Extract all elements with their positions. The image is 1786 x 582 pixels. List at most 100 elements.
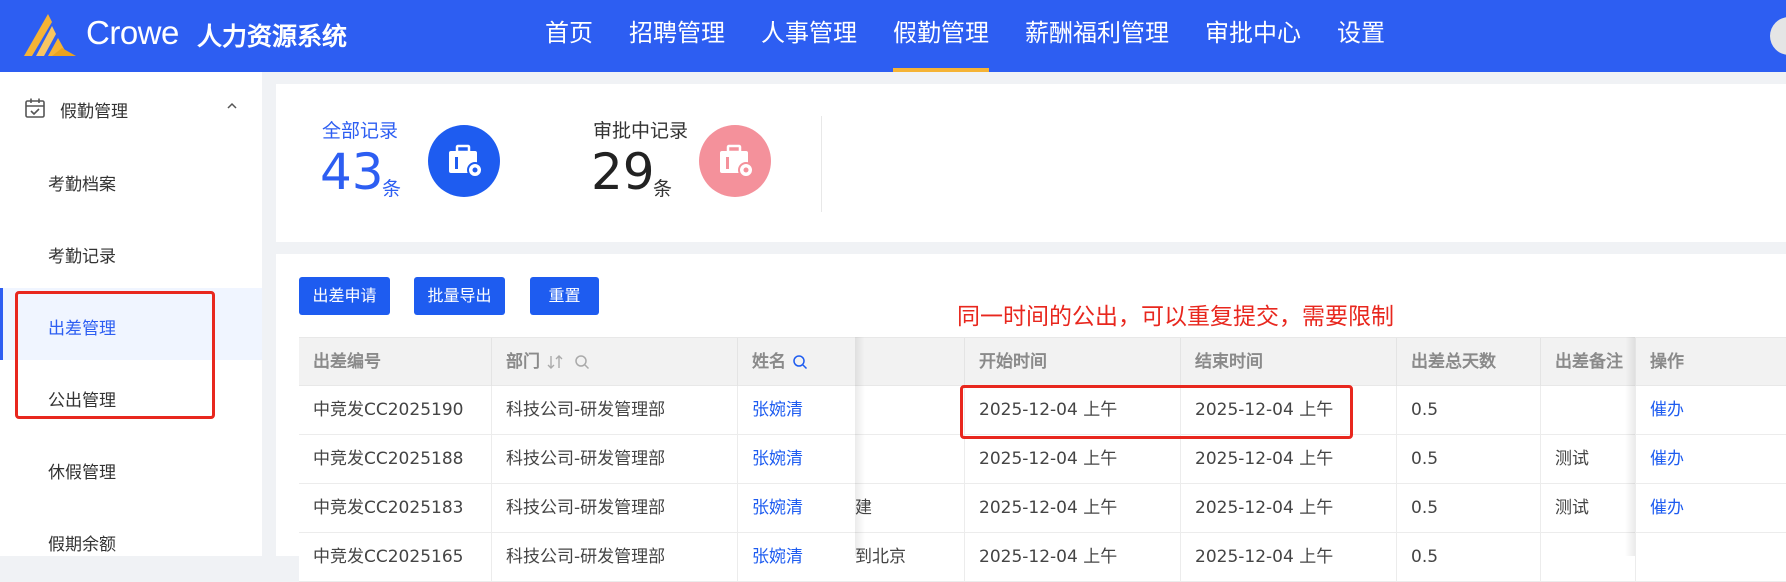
cell-start-time: 2025-12-04 上午 (964, 533, 1180, 582)
table-row[interactable]: 中竞发CC2025188 科技公司-研发管理部 张婉清 2025-12-04 上… (299, 435, 1786, 484)
crowe-logo-icon (24, 14, 76, 56)
sidebar-item-label: 考勤记录 (48, 247, 116, 267)
cell-partial: 建 (855, 484, 964, 533)
highlight-box (960, 385, 1353, 439)
col-action: 操作 (1635, 338, 1786, 387)
col-label: 出差总天数 (1411, 352, 1496, 372)
cell-name-link[interactable]: 张婉清 (737, 435, 855, 484)
cell-partial (855, 435, 964, 484)
nav-settings[interactable]: 设置 (1337, 0, 1385, 72)
cell-end-time: 2025-12-04 上午 (1180, 484, 1396, 533)
col-label: 姓名 (752, 352, 786, 372)
stat-all-value: 43 (320, 143, 384, 201)
batch-export-button[interactable]: 批量导出 (414, 277, 505, 315)
cell-start-time: 2025-12-04 上午 (964, 484, 1180, 533)
cell-dept: 科技公司-研发管理部 (491, 435, 737, 484)
fixed-column-shadow (855, 337, 865, 556)
cell-dept: 科技公司-研发管理部 (491, 386, 737, 435)
sidebar: 假勤管理 考勤档案 考勤记录 出差管理 公出管理 休假管理 假期余额 (0, 72, 262, 556)
sidebar-item-leave[interactable]: 休假管理 (0, 432, 262, 504)
cell-trip-id: 中竞发CC2025188 (313, 449, 464, 469)
top-navbar: Crowe 人力资源系统 首页 招聘管理 人事管理 假勤管理 薪酬福利管理 审批… (0, 0, 1786, 72)
col-name: 姓名 (737, 338, 855, 387)
stat-pending-unit: 条 (653, 178, 673, 200)
col-end-time: 结束时间 (1180, 338, 1396, 387)
nav-attendance[interactable]: 假勤管理 (893, 0, 989, 72)
sidebar-item-label: 考勤档案 (48, 175, 116, 195)
cell-remark (1540, 386, 1635, 435)
cell-name-link[interactable]: 张婉清 (737, 386, 855, 435)
brand-name: Crowe (86, 14, 179, 51)
cell-total-days: 0.5 (1396, 435, 1540, 484)
nav-payroll[interactable]: 薪酬福利管理 (1025, 0, 1169, 72)
cell-name-link[interactable]: 张婉清 (737, 533, 855, 582)
annotation-note: 同一时间的公出，可以重复提交，需要限制 (957, 304, 1394, 330)
col-total-days: 出差总天数 (1396, 338, 1540, 387)
reset-button[interactable]: 重置 (530, 277, 599, 315)
avatar[interactable] (1770, 17, 1786, 55)
system-name: 人力资源系统 (197, 22, 348, 51)
main-panel: 出差申请 批量导出 重置 同一时间的公出，可以重复提交，需要限制 出差编号 部门… (276, 254, 1786, 582)
urge-link[interactable]: 催办 (1635, 435, 1786, 484)
cell-dept: 科技公司-研发管理部 (491, 484, 737, 533)
cell-partial (855, 386, 964, 435)
nav-personnel[interactable]: 人事管理 (761, 0, 857, 72)
col-label: 部门 (506, 352, 540, 372)
sidebar-item-leave-balance[interactable]: 假期余额 (0, 504, 262, 576)
nav-approval[interactable]: 审批中心 (1205, 0, 1301, 72)
col-trip-id: 出差编号 (299, 338, 491, 387)
highlight-box (15, 291, 215, 419)
col-remark: 出差备注 (1540, 338, 1635, 387)
sidebar-item-label: 假期余额 (48, 535, 116, 555)
sidebar-item-attendance-records[interactable]: 考勤记录 (0, 216, 262, 288)
stat-pending-value: 29 (591, 143, 655, 201)
cell-end-time: 2025-12-04 上午 (1180, 435, 1396, 484)
sort-icon[interactable] (546, 354, 568, 370)
sidebar-item-label: 休假管理 (48, 463, 116, 483)
col-hidden (855, 338, 964, 387)
cell-trip-id: 中竞发CC2025165 (313, 547, 464, 567)
search-icon[interactable] (574, 354, 590, 370)
col-label: 出差编号 (313, 352, 381, 372)
col-start-time: 开始时间 (964, 338, 1180, 387)
table-row[interactable]: 中竞发CC2025183 科技公司-研发管理部 张婉清 建 2025-12-04… (299, 484, 1786, 533)
calendar-icon (25, 98, 45, 118)
trip-table: 出差编号 部门 姓名 开始时间 结束时间 出差总天数 出差备注 操作 中竞发CC… (299, 337, 1786, 582)
main-nav: 首页 招聘管理 人事管理 假勤管理 薪酬福利管理 审批中心 设置 (545, 0, 1421, 72)
apply-trip-button[interactable]: 出差申请 (299, 277, 390, 315)
cell-total-days: 0.5 (1396, 386, 1540, 435)
stat-all-title[interactable]: 全部记录 (322, 116, 398, 143)
sidebar-item-attendance-files[interactable]: 考勤档案 (0, 144, 262, 216)
sidebar-group-attendance[interactable]: 假勤管理 (0, 72, 262, 144)
search-icon[interactable] (792, 354, 808, 370)
urge-link[interactable] (1635, 533, 1786, 582)
cell-start-time: 2025-12-04 上午 (964, 435, 1180, 484)
table-header: 出差编号 部门 姓名 开始时间 结束时间 出差总天数 出差备注 操作 (299, 337, 1786, 387)
stats-card: 全部记录 43 条 审批中记录 29 条 (276, 84, 1786, 242)
cell-partial: 到北京 (855, 547, 906, 567)
urge-link[interactable]: 催办 (1635, 484, 1786, 533)
stat-all-unit: 条 (382, 178, 402, 200)
fixed-column-shadow (1625, 337, 1635, 556)
nav-recruitment[interactable]: 招聘管理 (629, 0, 725, 72)
cell-name-link[interactable]: 张婉清 (737, 484, 855, 533)
cell-dept: 科技公司-研发管理部 (491, 533, 737, 582)
nav-home[interactable]: 首页 (545, 0, 593, 72)
cell-remark: 测试 (1540, 435, 1635, 484)
col-label: 操作 (1650, 352, 1684, 372)
table-row[interactable]: 中竞发CC2025165 科技公司-研发管理部 张婉清 到北京 2025-12-… (299, 533, 1786, 582)
cell-remark (1540, 533, 1635, 582)
cell-remark: 测试 (1540, 484, 1635, 533)
col-label: 出差备注 (1555, 352, 1623, 372)
sidebar-group-label: 假勤管理 (60, 102, 128, 122)
chevron-up-icon[interactable] (225, 99, 239, 113)
stat-pending-title[interactable]: 审批中记录 (593, 116, 688, 143)
col-label: 结束时间 (1195, 352, 1263, 372)
cell-trip-id: 中竞发CC2025190 (313, 400, 464, 420)
cell-trip-id: 中竞发CC2025183 (313, 498, 464, 518)
briefcase-gear-icon (428, 125, 500, 197)
divider (821, 116, 822, 212)
urge-link[interactable]: 催办 (1635, 386, 1786, 435)
briefcase-gear-icon (699, 125, 771, 197)
cell-total-days: 0.5 (1396, 533, 1540, 582)
